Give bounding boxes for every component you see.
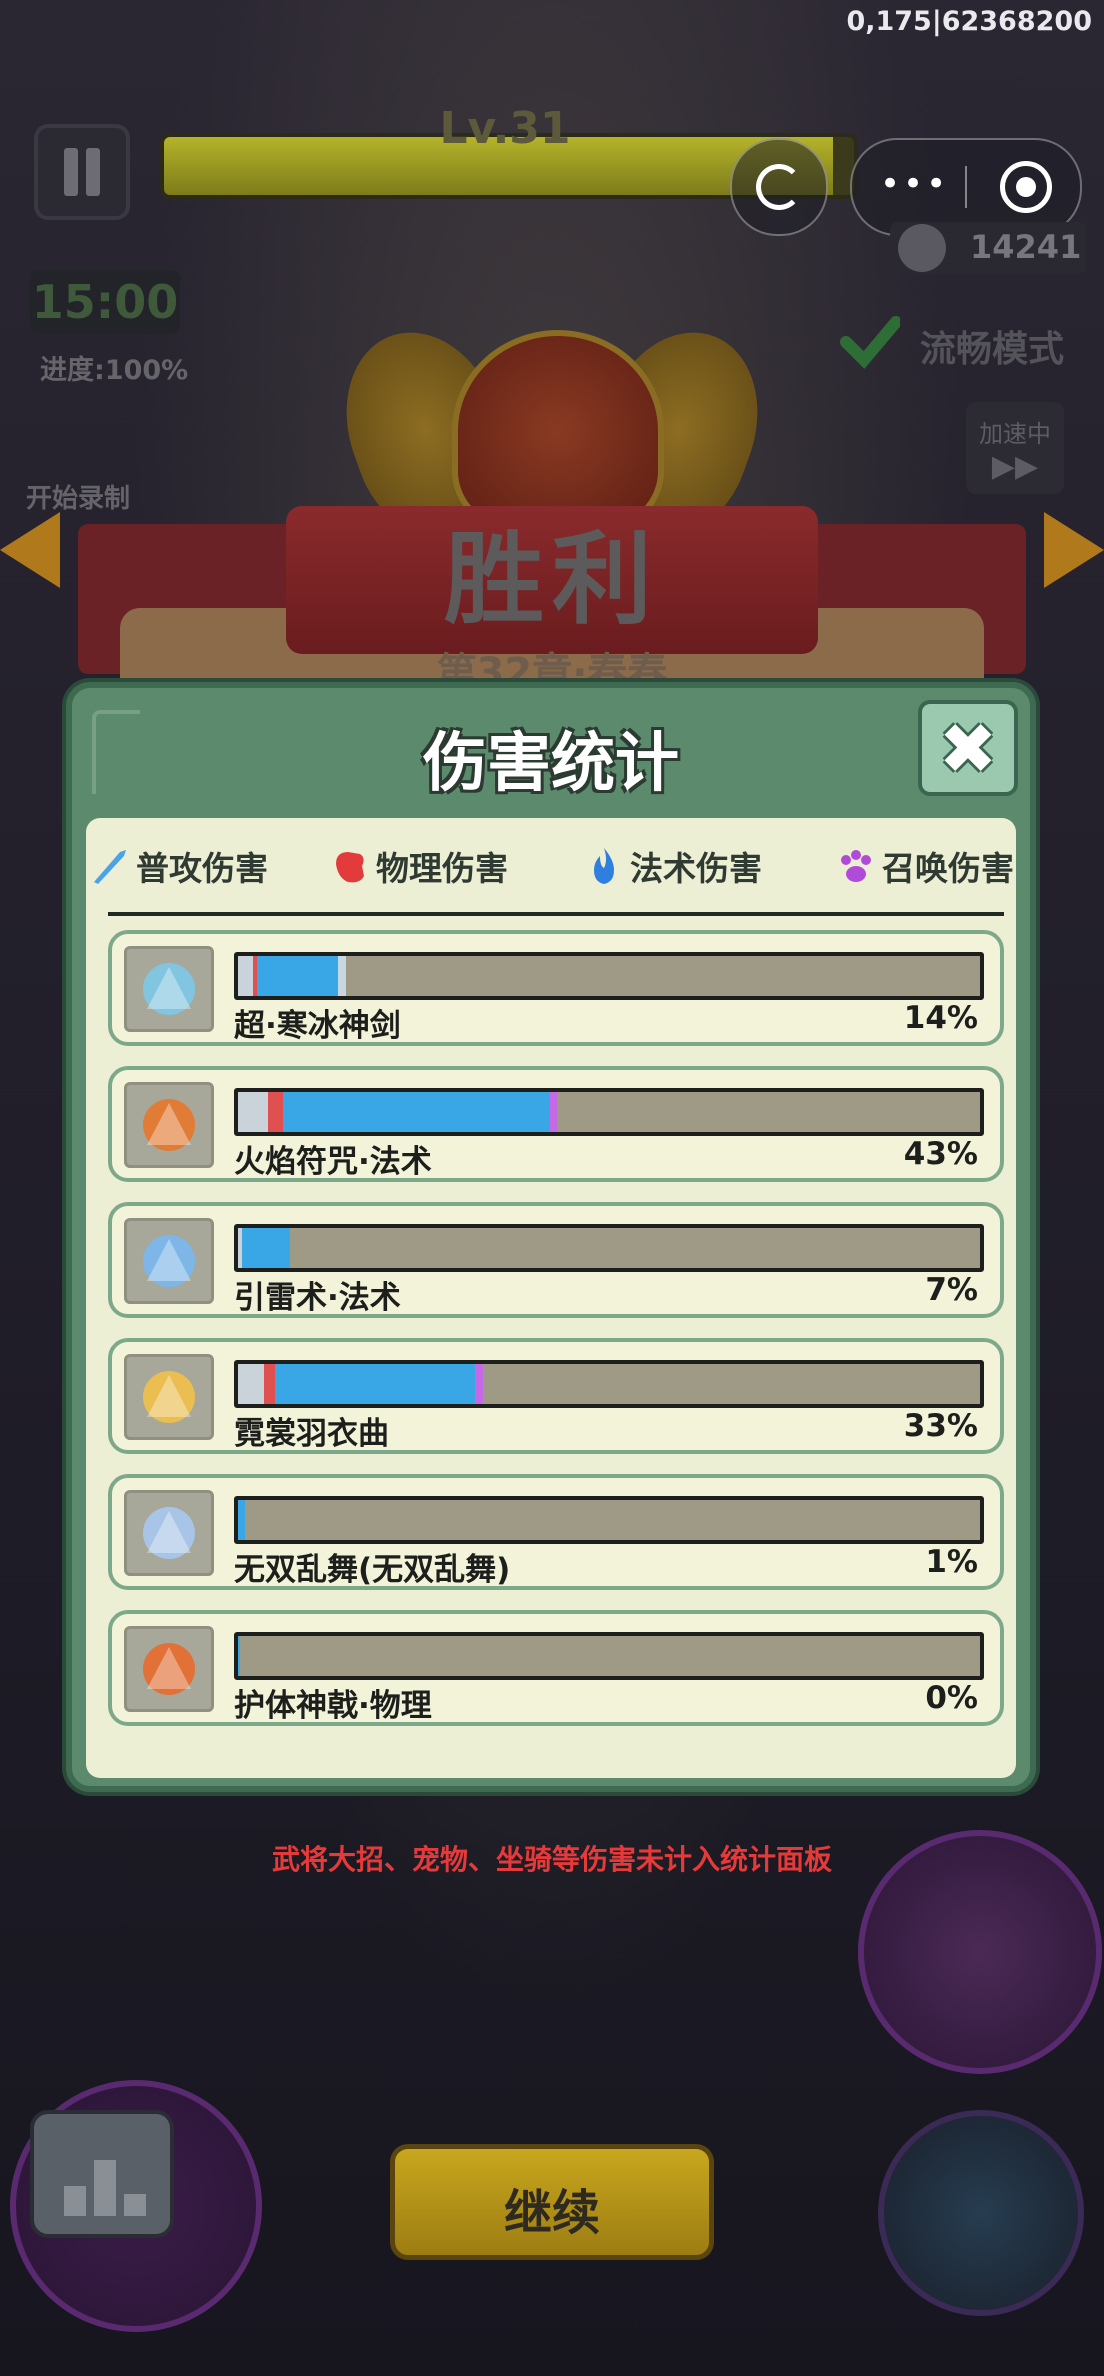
paw-icon [841,850,871,882]
damage-segment [238,1092,268,1132]
lightning-icon [124,1218,214,1304]
damage-percent: 14% [903,1000,978,1036]
skill-name: 超·寒冰神剑 [234,1008,401,1044]
damage-percent: 7% [925,1272,978,1308]
damage-segment [267,1092,283,1132]
skill-name: 火焰符咒·法术 [234,1144,432,1180]
legend-normal-attack: 普攻伤害 [90,838,268,894]
damage-bar [234,1632,984,1680]
fast-forward-icon: ▶▶ [991,449,1039,484]
close-icon: ✖ [938,708,998,790]
damage-segment [238,956,253,996]
damage-segment [256,956,339,996]
debug-id-text: 0,175|62368200 [846,6,1092,37]
level-label: Lv.31 [439,103,571,154]
skill-orb [858,1830,1102,2074]
skill-name: 无双乱舞(无双乱舞) [234,1552,511,1588]
divider [108,912,1004,916]
fire-talisman-icon [124,1082,214,1168]
sword-icon [94,850,126,884]
damage-row: 霓裳羽衣曲 33% [108,1338,1004,1454]
damage-segment [475,1364,483,1404]
timer: 15:00 [30,270,180,334]
stats-panel: 普攻伤害 物理伤害 法术伤害 召唤伤害 超·寒冰神剑 14% 火焰符咒·法术 43% 引… [86,818,1016,1778]
close-button[interactable]: ✖ [918,700,1018,796]
crystal-blade-icon [124,1490,214,1576]
pause-button[interactable] [34,124,130,220]
damage-segment [275,1364,476,1404]
damage-segment [241,1228,290,1268]
ranking-button[interactable] [30,2110,174,2238]
damage-percent: 0% [925,1680,978,1716]
damage-segment [238,1500,246,1540]
continue-label: 继续 [503,2185,600,2241]
damage-segment [263,1364,276,1404]
skill-name: 引雷术·法术 [234,1280,401,1316]
damage-stats-modal: 伤害统计 ✖ 普攻伤害 物理伤害 法术伤害 召唤伤害 超·寒冰神剑 14% 火焰符咒… [66,682,1036,1792]
damage-bar [234,952,984,1000]
skill-orb [878,2110,1084,2316]
damage-row: 引雷术·法术 7% [108,1202,1004,1318]
damage-bar [234,1360,984,1408]
damage-row: 护体神戟·物理 0% [108,1610,1004,1726]
damage-row: 无双乱舞(无双乱舞) 1% [108,1474,1004,1590]
legend-physical: 物理伤害 [330,838,508,894]
speed-up-button[interactable]: 加速中 ▶▶ [966,402,1064,494]
halberd-icon [124,1626,214,1712]
damage-bar [234,1496,984,1544]
damage-segment [549,1092,558,1132]
kill-count: 14241 [970,228,1082,266]
damage-row: 超·寒冰神剑 14% [108,930,1004,1046]
ice-sword-icon [124,946,214,1032]
smooth-mode-label[interactable]: 流畅模式 [920,320,1064,372]
damage-segment [238,1636,241,1676]
legend-magic: 法术伤害 [584,838,762,894]
damage-percent: 1% [925,1544,978,1580]
damage-segment [282,1092,550,1132]
damage-segment [338,956,346,996]
skill-name: 霓裳羽衣曲 [234,1416,389,1452]
skull-icon [898,224,946,272]
game-center-button[interactable] [730,138,828,236]
damage-bar [234,1224,984,1272]
legend-summon: 召唤伤害 [836,838,1014,894]
check-icon[interactable] [840,312,900,372]
pacman-icon [756,164,802,210]
skill-name: 护体神戟·物理 [234,1688,432,1724]
damage-percent: 43% [903,1136,978,1172]
flame-icon [594,848,614,884]
continue-button[interactable]: 继续 [390,2144,714,2260]
damage-segment [238,1364,264,1404]
more-icon[interactable]: ••• [880,167,949,201]
damage-type-legend: 普攻伤害 物理伤害 法术伤害 召唤伤害 [86,818,1016,908]
damage-bar [234,1088,984,1136]
speed-up-label: 加速中 [979,420,1051,448]
fist-icon [336,852,364,883]
close-miniprogram-icon[interactable] [1000,161,1052,213]
victory-title: 胜利 [444,521,660,638]
modal-title: 伤害统计 [423,727,679,801]
progress-text: 进度:100% [40,355,189,386]
feather-dance-icon [124,1354,214,1440]
kill-counter: 14241 [890,222,1086,274]
damage-row: 火焰符咒·法术 43% [108,1066,1004,1182]
damage-percent: 33% [903,1408,978,1444]
